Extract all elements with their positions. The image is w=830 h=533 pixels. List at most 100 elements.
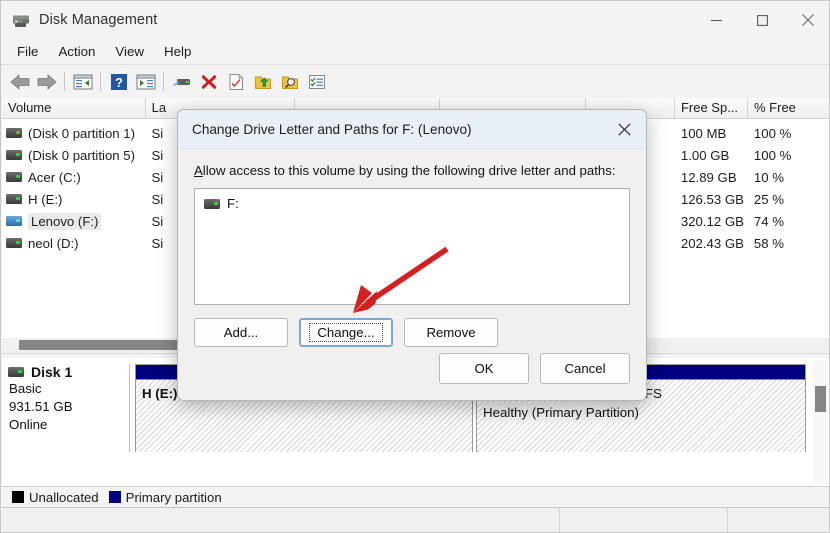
disk-size: 931.51 GB bbox=[9, 399, 73, 414]
volume-pct-free: 74 % bbox=[753, 213, 784, 229]
drive-icon bbox=[6, 172, 22, 182]
disk-info-panel[interactable]: Disk 1 Basic 931.51 GB Online bbox=[8, 364, 130, 452]
change-button-label: Change... bbox=[309, 323, 383, 342]
dialog-body: Allow access to this volume by using the… bbox=[178, 149, 646, 347]
volume-free-space: 100 MB bbox=[680, 125, 727, 141]
forward-icon[interactable] bbox=[33, 69, 60, 94]
change-button[interactable]: Change... bbox=[299, 318, 393, 347]
volume-free-space: 1.00 GB bbox=[680, 147, 730, 163]
disk-type: Basic bbox=[9, 381, 42, 396]
volume-free-space: 202.43 GB bbox=[680, 235, 744, 251]
status-pane-1 bbox=[2, 508, 560, 532]
list-item-label: F: bbox=[227, 196, 239, 211]
volume-free-space: 320.12 GB bbox=[680, 213, 744, 229]
delete-icon[interactable] bbox=[195, 69, 222, 94]
dialog-footer-buttons: OK Cancel bbox=[439, 353, 630, 384]
extend-volume-icon[interactable] bbox=[249, 69, 276, 94]
column-header-pct-free[interactable]: % Free bbox=[748, 98, 829, 118]
toolbar: ? bbox=[1, 65, 829, 99]
volume-name: Lenovo (F:) bbox=[28, 212, 102, 230]
drive-icon bbox=[6, 150, 22, 160]
window-controls bbox=[693, 1, 829, 39]
show-hide-console-tree-icon[interactable] bbox=[69, 69, 96, 94]
toolbar-separator bbox=[64, 72, 65, 91]
legend-swatch-primary bbox=[108, 491, 121, 503]
disk-management-window: Disk Management File Action View Help ? … bbox=[0, 0, 830, 533]
legend: Unallocated Primary partition bbox=[2, 486, 829, 507]
disk-management-icon bbox=[12, 11, 30, 29]
drive-icon bbox=[204, 198, 220, 209]
title-bar: Disk Management bbox=[1, 1, 829, 39]
volume-pct-free: 10 % bbox=[753, 169, 784, 185]
add-button[interactable]: Add... bbox=[194, 318, 288, 347]
volume-pct-free: 100 % bbox=[753, 125, 792, 141]
legend-label-unallocated: Unallocated bbox=[29, 489, 99, 505]
volume-name: (Disk 0 partition 1) bbox=[28, 125, 136, 141]
close-icon[interactable] bbox=[602, 110, 646, 148]
status-bar bbox=[2, 507, 829, 532]
volume-name: H (E:) bbox=[28, 191, 63, 207]
menu-bar: File Action View Help bbox=[1, 39, 829, 65]
toolbar-separator bbox=[100, 72, 101, 91]
maximize-button[interactable] bbox=[739, 1, 785, 39]
drive-icon-selected bbox=[6, 216, 22, 226]
drive-paths-listbox[interactable]: F: bbox=[194, 188, 630, 305]
column-header-free-space[interactable]: Free Sp... bbox=[674, 98, 749, 118]
dialog-prompt-text: llow access to this volume by using the … bbox=[202, 163, 616, 178]
disk-title: Disk 1 bbox=[8, 364, 129, 380]
ok-button[interactable]: OK bbox=[439, 353, 529, 384]
remove-button[interactable]: Remove bbox=[404, 318, 498, 347]
status-pane-2 bbox=[560, 508, 728, 532]
partition-status: Healthy (Primary Partition) bbox=[483, 403, 639, 422]
menu-file[interactable]: File bbox=[8, 41, 47, 62]
volume-name: (Disk 0 partition 5) bbox=[28, 147, 136, 163]
hscrollbar-thumb[interactable] bbox=[19, 340, 183, 350]
volume-pct-free: 25 % bbox=[753, 191, 784, 207]
toolbar-separator bbox=[163, 72, 164, 91]
volume-free-space: 12.89 GB bbox=[680, 169, 737, 185]
disk-icon bbox=[8, 367, 24, 377]
dialog-title-bar: Change Drive Letter and Paths for F: (Le… bbox=[178, 110, 646, 149]
drive-icon bbox=[6, 238, 22, 248]
legend-swatch-unallocated bbox=[12, 491, 24, 503]
window-title: Disk Management bbox=[39, 12, 158, 28]
close-button[interactable] bbox=[785, 1, 829, 39]
volume-name: neol (D:) bbox=[28, 235, 79, 251]
drive-icon bbox=[6, 128, 22, 138]
volume-name: Acer (C:) bbox=[28, 169, 81, 185]
add-button-label: Add... bbox=[223, 325, 259, 340]
legend-label-primary: Primary partition bbox=[125, 489, 222, 505]
volume-pct-free: 100 % bbox=[753, 147, 792, 163]
menu-action[interactable]: Action bbox=[49, 41, 104, 62]
list-item[interactable]: F: bbox=[204, 196, 629, 211]
task-list-icon[interactable] bbox=[303, 69, 330, 94]
svg-text:?: ? bbox=[115, 75, 123, 90]
dialog-title: Change Drive Letter and Paths for F: (Le… bbox=[192, 121, 472, 137]
menu-view[interactable]: View bbox=[106, 41, 153, 62]
properties-icon[interactable] bbox=[222, 69, 249, 94]
disk-pane-vscrollbar[interactable] bbox=[813, 360, 827, 484]
disk-status: Online bbox=[9, 417, 48, 432]
dialog-action-buttons: Add... Change... Remove bbox=[194, 318, 630, 347]
volume-free-space: 126.53 GB bbox=[680, 191, 744, 207]
cancel-button-label: Cancel bbox=[564, 361, 606, 376]
menu-help[interactable]: Help bbox=[155, 41, 200, 62]
vscrollbar-thumb[interactable] bbox=[815, 386, 826, 412]
minimize-button[interactable] bbox=[693, 1, 739, 39]
explore-icon[interactable] bbox=[276, 69, 303, 94]
show-hide-action-pane-icon[interactable] bbox=[132, 69, 159, 94]
change-drive-letter-dialog: Change Drive Letter and Paths for F: (Le… bbox=[177, 109, 647, 401]
status-pane-3 bbox=[728, 508, 829, 532]
dialog-prompt-accel: A bbox=[194, 163, 203, 178]
rescan-disks-icon[interactable] bbox=[168, 69, 195, 94]
cancel-button[interactable]: Cancel bbox=[540, 353, 630, 384]
dialog-prompt: Allow access to this volume by using the… bbox=[194, 163, 630, 178]
volume-pct-free: 58 % bbox=[753, 235, 784, 251]
back-icon[interactable] bbox=[6, 69, 33, 94]
column-header-volume[interactable]: Volume bbox=[2, 98, 146, 118]
disk-name: Disk 1 bbox=[31, 364, 73, 380]
ok-button-label: OK bbox=[474, 361, 494, 376]
help-icon[interactable]: ? bbox=[105, 69, 132, 94]
partition-name: H (E:) bbox=[142, 386, 178, 401]
drive-icon bbox=[6, 194, 22, 204]
